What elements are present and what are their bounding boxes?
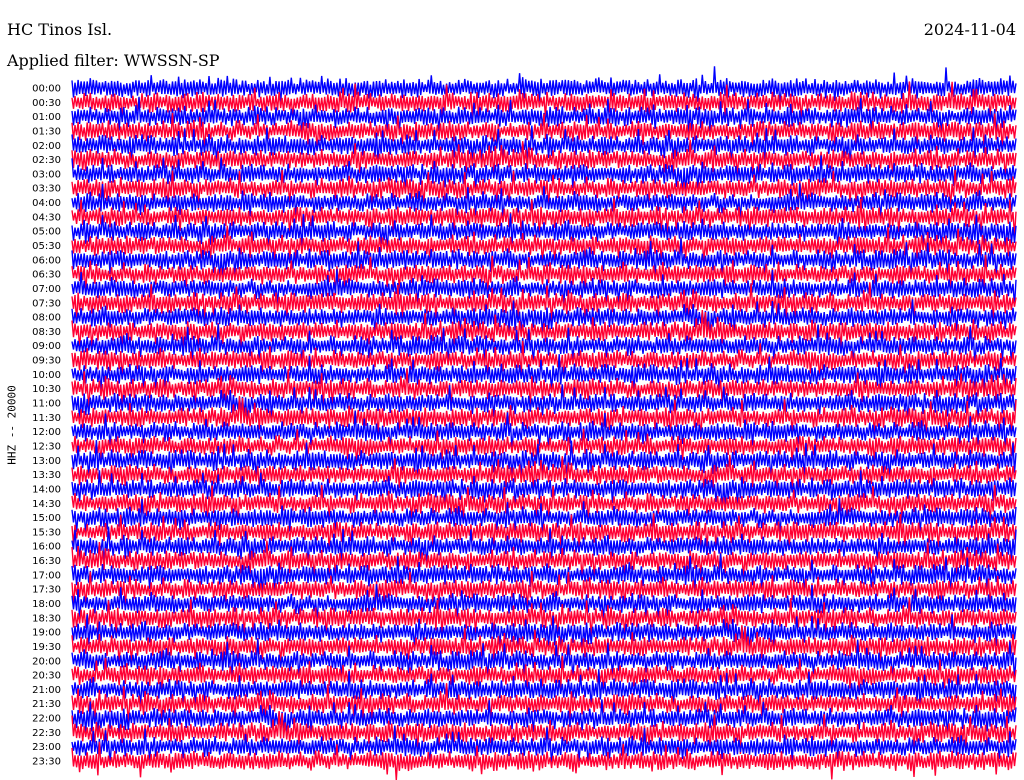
tick-label-1930: 19:30 xyxy=(32,642,61,653)
tick-label-0700: 07:00 xyxy=(32,284,61,295)
tick-label-1600: 16:00 xyxy=(32,542,61,553)
tick-label-1130: 11:30 xyxy=(32,413,61,424)
tick-label-0030: 00:30 xyxy=(32,98,61,109)
time-tick-labels: 00:00 00:30 01:00 01:30 02:00 02:30 03:00 03:30… xyxy=(32,84,61,768)
tick-label-2100: 21:00 xyxy=(32,685,61,696)
tick-label-0300: 03:00 xyxy=(32,169,61,180)
tick-label-0400: 04:00 xyxy=(32,198,61,209)
tick-label-0600: 06:00 xyxy=(32,255,61,266)
tick-label-0530: 05:30 xyxy=(32,241,61,252)
tick-label-1700: 17:00 xyxy=(32,570,61,581)
tick-label-1800: 18:00 xyxy=(32,599,61,610)
tick-label-2330: 23:30 xyxy=(32,757,61,768)
tick-label-0100: 01:00 xyxy=(32,112,61,123)
tick-label-1200: 12:00 xyxy=(32,427,61,438)
helicorder-plot: 00:00 00:30 01:00 01:30 02:00 02:30 03:00 03:30… xyxy=(32,66,1017,780)
tick-label-0630: 06:30 xyxy=(32,270,61,281)
tick-label-0130: 01:30 xyxy=(32,126,61,137)
trace-group xyxy=(71,66,1017,780)
tick-label-2000: 20:00 xyxy=(32,656,61,667)
tick-label-0830: 08:30 xyxy=(32,327,61,338)
tick-label-0230: 02:30 xyxy=(32,155,61,166)
tick-label-2030: 20:30 xyxy=(32,671,61,682)
tick-label-1430: 14:30 xyxy=(32,499,61,510)
tick-label-1730: 17:30 xyxy=(32,585,61,596)
tick-label-0500: 05:00 xyxy=(32,227,61,238)
tick-label-1230: 12:30 xyxy=(32,441,61,452)
tick-label-2130: 21:30 xyxy=(32,699,61,710)
tick-label-0730: 07:30 xyxy=(32,298,61,309)
tick-label-0330: 03:30 xyxy=(32,184,61,195)
tick-label-1030: 10:30 xyxy=(32,384,61,395)
tick-label-2230: 22:30 xyxy=(32,728,61,739)
tick-label-1300: 13:00 xyxy=(32,456,61,467)
tick-label-0900: 09:00 xyxy=(32,341,61,352)
tick-label-1500: 15:00 xyxy=(32,513,61,524)
tick-label-1900: 19:00 xyxy=(32,628,61,639)
tick-label-1330: 13:30 xyxy=(32,470,61,481)
tick-label-0200: 02:00 xyxy=(32,141,61,152)
tick-label-0800: 08:00 xyxy=(32,313,61,324)
tick-label-1100: 11:00 xyxy=(32,399,61,410)
tick-label-1400: 14:00 xyxy=(32,484,61,495)
tick-label-2200: 22:00 xyxy=(32,714,61,725)
tick-label-0000: 00:00 xyxy=(32,84,61,95)
tick-label-1830: 18:30 xyxy=(32,613,61,624)
tick-label-1530: 15:30 xyxy=(32,527,61,538)
tick-label-0430: 04:30 xyxy=(32,212,61,223)
tick-label-2300: 23:00 xyxy=(32,742,61,753)
tick-label-1630: 16:30 xyxy=(32,556,61,567)
tick-label-1000: 10:00 xyxy=(32,370,61,381)
tick-label-0930: 09:30 xyxy=(32,356,61,367)
